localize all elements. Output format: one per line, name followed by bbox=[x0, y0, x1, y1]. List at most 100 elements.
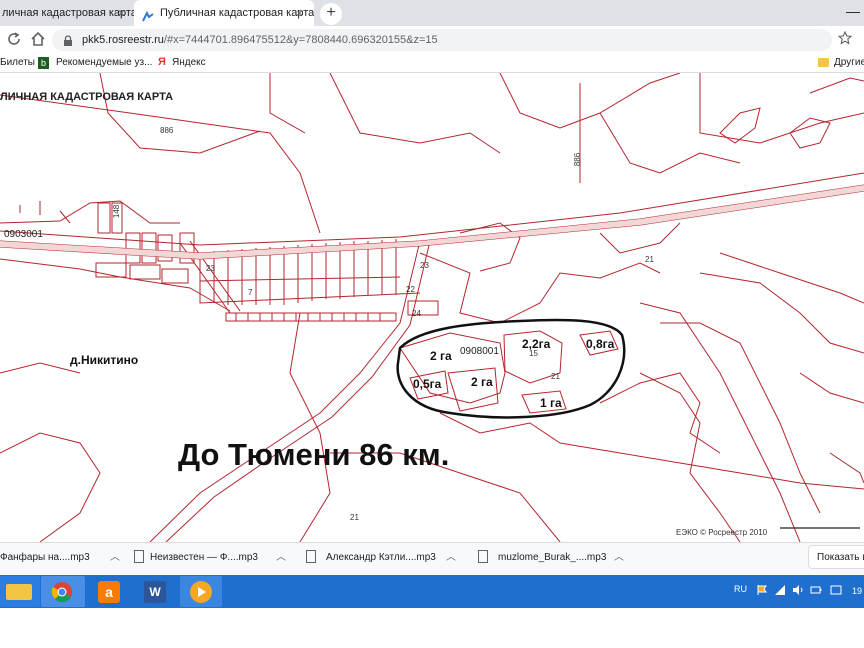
media-player-taskbar-button[interactable] bbox=[180, 576, 222, 607]
chevron-up-icon[interactable]: ︿ bbox=[110, 548, 120, 563]
download-item-4[interactable]: muzlome_Burak_....mp3 bbox=[498, 550, 606, 566]
parcel-boundary bbox=[799, 372, 864, 404]
parcel-boundary bbox=[199, 276, 401, 282]
lot-area-label: 1 га bbox=[540, 396, 562, 410]
map-header: ЛИЧНАЯ КАДАСТРОВАЯ КАРТА bbox=[0, 91, 174, 103]
lot-area-label: 2,2га bbox=[522, 337, 551, 351]
parcel-boundary bbox=[809, 77, 864, 94]
word-icon: W bbox=[144, 581, 166, 603]
star-icon[interactable] bbox=[837, 30, 853, 45]
quarter-label-0903001: 0903001 bbox=[4, 229, 43, 240]
parcel-boundary bbox=[161, 268, 189, 284]
parcel-boundary bbox=[719, 252, 864, 304]
url-text: pkk5.rosreestr.ru/#x=7444701.896475512&y… bbox=[82, 29, 438, 51]
parcel-boundary bbox=[269, 73, 306, 134]
parcel-boundary bbox=[439, 412, 864, 490]
network-icon[interactable] bbox=[774, 583, 786, 595]
volume-icon[interactable] bbox=[792, 583, 804, 595]
lot-area-label: 2 га bbox=[471, 375, 493, 389]
keyboard-language[interactable]: RU bbox=[734, 584, 747, 594]
audio-file-icon bbox=[306, 550, 316, 563]
bookmark-other[interactable]: Другие bbox=[834, 54, 864, 72]
parcel-label-24: 24 bbox=[412, 309, 421, 318]
quarter-label-886-right: 886 bbox=[573, 152, 583, 167]
reload-icon[interactable] bbox=[6, 31, 22, 47]
parcel-label-22: 22 bbox=[406, 285, 415, 294]
minimize-window-button[interactable]: — bbox=[842, 0, 864, 26]
player-icon: a bbox=[98, 581, 120, 603]
yandex-icon: Я bbox=[158, 56, 166, 68]
small-lots bbox=[235, 313, 381, 321]
bookmark-yandex[interactable]: Яндекс bbox=[172, 54, 206, 72]
parcel-boundary bbox=[639, 302, 801, 542]
aimp-taskbar-button[interactable]: a bbox=[88, 576, 130, 607]
rosreestr-favicon-icon bbox=[142, 7, 154, 22]
chrome-taskbar-button[interactable] bbox=[41, 576, 85, 607]
parcel-boundary bbox=[0, 362, 81, 374]
parcel-boundary bbox=[829, 452, 864, 484]
parcel-label-148: 148 bbox=[112, 204, 122, 219]
parcel-label-21: 21 bbox=[551, 372, 560, 381]
home-icon[interactable] bbox=[30, 31, 46, 47]
tab-cadastral-map-1[interactable]: личная кадастровая карта - × bbox=[0, 0, 134, 26]
file-explorer-button[interactable] bbox=[0, 576, 40, 607]
map-copyright: ЕЭКО © Росреестр 2010 bbox=[676, 528, 768, 537]
chrome-icon bbox=[51, 581, 73, 603]
parcel-boundary bbox=[199, 253, 421, 304]
side-road bbox=[149, 240, 421, 542]
lock-icon[interactable] bbox=[62, 34, 74, 46]
lot-area-label: 0,8га bbox=[586, 337, 615, 351]
parcel-label-23: 23 bbox=[206, 264, 215, 273]
parcel-label-21: 21 bbox=[350, 513, 359, 522]
parcel-boundary bbox=[499, 73, 681, 129]
parcel-boundary bbox=[99, 73, 261, 154]
parcel-boundary bbox=[0, 94, 321, 234]
bing-icon: b bbox=[38, 57, 49, 69]
parcel-boundary bbox=[0, 432, 101, 542]
parcel-boundary bbox=[125, 232, 141, 264]
battery-icon[interactable] bbox=[810, 583, 822, 595]
audio-file-icon bbox=[134, 550, 144, 563]
folder-icon bbox=[818, 58, 829, 67]
chevron-up-icon[interactable]: ︿ bbox=[446, 548, 456, 563]
audio-file-icon bbox=[478, 550, 488, 563]
quarter-label-886: 886 bbox=[160, 126, 174, 135]
download-item-2[interactable]: Неизвестен — Ф....mp3 bbox=[150, 550, 258, 566]
chevron-up-icon[interactable]: ︿ bbox=[614, 548, 624, 563]
tab-title: Публичная кадастровая карта bbox=[160, 7, 314, 19]
parcel-boundary bbox=[97, 202, 111, 234]
tab-title: личная кадастровая карта - bbox=[2, 7, 134, 19]
lot-area-label: 0,5га bbox=[413, 377, 442, 391]
parcel-boundary bbox=[639, 372, 741, 542]
play-icon bbox=[190, 581, 212, 603]
parcel-boundary bbox=[129, 264, 161, 280]
parcel-label-7: 7 bbox=[248, 288, 253, 297]
word-taskbar-button[interactable]: W bbox=[134, 576, 176, 607]
parcel-boundary bbox=[660, 322, 821, 514]
bookmark-tickets[interactable]: Билеты bbox=[0, 54, 35, 72]
notifications-icon[interactable] bbox=[830, 583, 842, 595]
parcel-boundary bbox=[699, 272, 864, 354]
tab-cadastral-map-2[interactable]: Публичная кадастровая карта × bbox=[134, 0, 314, 26]
cadastral-map[interactable]: ЛИЧНАЯ КАДАСТРОВАЯ КАРТА 886 886 148 090… bbox=[0, 73, 864, 542]
folder-icon bbox=[6, 584, 32, 600]
close-tab-icon[interactable]: × bbox=[296, 0, 303, 26]
clock[interactable]: 19 bbox=[852, 586, 862, 596]
parcel-boundary bbox=[329, 73, 501, 154]
parcel-boundary bbox=[699, 73, 864, 144]
quarter-label-0908001: 0908001 bbox=[460, 346, 499, 357]
flag-icon[interactable] bbox=[756, 583, 768, 595]
parcel-boundary bbox=[459, 222, 521, 272]
parcel-label-23: 23 bbox=[420, 261, 429, 270]
download-item-1[interactable]: Фанфары на....mp3 bbox=[0, 550, 90, 566]
new-tab-button[interactable]: + bbox=[320, 3, 342, 25]
parcel-boundary bbox=[0, 200, 180, 224]
parcel-boundary bbox=[225, 312, 397, 322]
close-tab-icon[interactable]: × bbox=[118, 0, 125, 26]
main-road-fill bbox=[0, 185, 864, 259]
download-item-3[interactable]: Александр Кэтли....mp3 bbox=[326, 550, 436, 566]
parcel-boundary bbox=[0, 258, 231, 312]
show-all-downloads-button[interactable]: Показать в bbox=[808, 545, 864, 569]
bookmark-recommended[interactable]: Рекомендуемые уз... bbox=[56, 54, 152, 72]
chevron-up-icon[interactable]: ︿ bbox=[276, 548, 286, 563]
